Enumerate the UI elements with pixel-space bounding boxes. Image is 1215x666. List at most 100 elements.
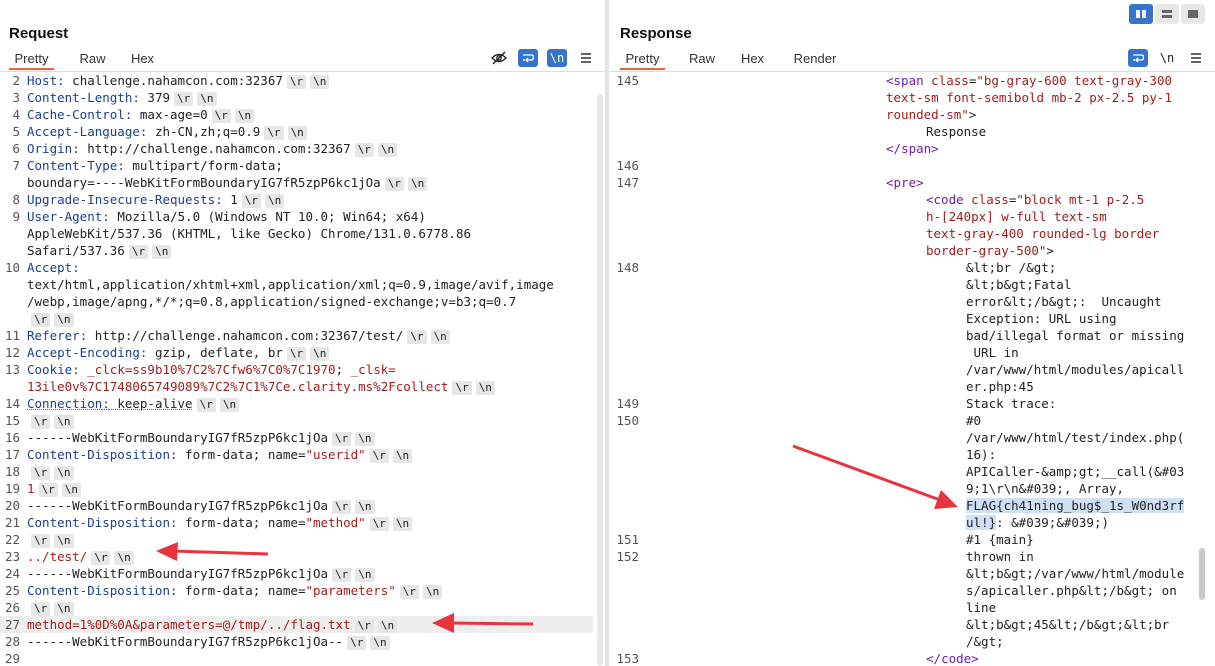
crlf-r-badge: \r	[286, 347, 307, 361]
request-line: 29	[0, 650, 593, 666]
request-pane: Request Pretty Raw Hex \n 2 Host: challen…	[0, 0, 605, 666]
line-text: Accept:	[27, 259, 80, 276]
crlf-n-badge: \n	[377, 619, 398, 633]
crlf-r-badge: \r	[286, 75, 307, 89]
tag-bracket: </	[886, 141, 902, 156]
line-number: 148	[616, 260, 639, 275]
header-name: Accept-Language	[27, 124, 140, 139]
line-number: 146	[616, 158, 639, 173]
response-editor[interactable]: 145 <span class="bg-gray-600 text-gray-30…	[609, 72, 1215, 666]
request-tab-raw[interactable]: Raw	[65, 48, 120, 70]
header-colon: :	[57, 73, 65, 88]
header-value: Mozilla/5.0 (Windows NT 10.0; Win64; x64…	[109, 209, 426, 224]
line-text: thrown in	[966, 548, 1034, 565]
header-colon: :	[102, 209, 110, 224]
request-editor[interactable]: 2 Host: challenge.nahamcon.com:32367 \r \n 3…	[0, 72, 605, 666]
response-line: 152 thrown in	[609, 548, 1203, 565]
crlf-r-badge: \r	[31, 466, 51, 480]
response-menu-icon[interactable]	[1186, 49, 1206, 67]
request-line: 6 Origin: http://challenge.nahamcon.com:3…	[0, 140, 593, 157]
line-text: <pre>	[886, 174, 924, 191]
tag-bracket: <	[926, 192, 934, 207]
line-number: 12	[4, 345, 20, 360]
line-text: 1 \r \n	[27, 480, 82, 497]
line-text: 13ile0v%7C1748065749089%7C2%7C1%7Ce.clar…	[27, 378, 495, 395]
line-text: &lt;br /&gt;	[966, 259, 1056, 276]
response-tab-render[interactable]: Render	[785, 48, 845, 70]
text: Stack trace:	[966, 396, 1057, 411]
split-rows-icon[interactable]	[1155, 4, 1179, 24]
crlf-r-badge: \r	[196, 398, 216, 412]
response-line: /var/www/html/modules/apicall	[609, 361, 1203, 378]
flag-text[interactable]: ul!}	[966, 515, 997, 530]
line-number: 5	[12, 124, 20, 139]
line-text: s/apicaller.php&lt;/b&gt; on	[966, 582, 1177, 599]
header-value: http://challenge.nahamcon.com:32367	[79, 141, 351, 156]
text: thrown in	[966, 549, 1034, 564]
crlf-n-badge: \n	[310, 75, 330, 89]
response-line: text-gray-400 rounded-lg border	[609, 225, 1203, 242]
header-colon: :	[170, 583, 178, 598]
line-text: method=1%0D%0A&parameters=@/tmp/../flag.…	[27, 616, 398, 633]
line-number: 22	[4, 532, 20, 547]
header-colon: :	[72, 362, 80, 377]
line-text: ul!}: &#039;&#039;)	[966, 514, 1109, 531]
hide-eye-icon[interactable]	[489, 49, 509, 67]
body-value: ../test/	[27, 549, 88, 564]
line-text: Cookie: _clck=ss9b10%7C2%7Cfw6%7C0%7C197…	[27, 361, 396, 378]
header-value: max-age=0	[132, 107, 208, 122]
menu-icon[interactable]	[576, 49, 596, 67]
flag-text[interactable]: FLAG{ch41ning_bug$_1s_W0nd3rf	[966, 498, 1185, 513]
text: /&gt;	[966, 634, 1004, 649]
line-number: 16	[4, 430, 20, 445]
crlf-n-badge: \n	[54, 602, 74, 616]
line-text: Safari/537.36 \r \n	[27, 242, 172, 259]
crlf-n-badge: \n	[114, 551, 134, 565]
line-text: \r \n	[27, 412, 74, 429]
response-wrap-lines-icon[interactable]	[1128, 49, 1148, 67]
show-newlines-icon[interactable]: \n	[547, 49, 567, 67]
line-text: /var/www/html/modules/apicall	[966, 361, 1184, 378]
line-text: URL in	[966, 344, 1019, 361]
crlf-n-badge: \n	[355, 500, 375, 514]
crlf-n-badge: \n	[54, 313, 74, 327]
wrap-lines-icon[interactable]	[518, 49, 538, 67]
line-number: 13	[4, 362, 20, 377]
crlf-n-badge: \n	[265, 194, 285, 208]
request-line: 8 Upgrade-Insecure-Requests: 1 \r \n	[0, 191, 593, 208]
header-name: Referer	[27, 328, 80, 343]
attr-value: text-sm font-semibold mb-2 px-2.5 py-1	[886, 90, 1172, 105]
line-number: 151	[616, 532, 639, 547]
response-line: 146	[609, 157, 1203, 174]
response-tab-raw[interactable]: Raw	[677, 48, 727, 70]
text: 16):	[966, 447, 997, 462]
response-tab-pretty[interactable]: Pretty	[620, 48, 665, 70]
request-tab-pretty[interactable]: Pretty	[9, 48, 54, 70]
header-name: Cookie	[27, 362, 73, 377]
crlf-r-badge: \r	[369, 449, 389, 463]
response-line: bad/illegal format or missing	[609, 327, 1203, 344]
request-line: Safari/537.36 \r \n	[0, 242, 593, 259]
line-text: User-Agent: Mozilla/5.0 (Windows NT 10.0…	[27, 208, 426, 225]
request-scrollbar-track[interactable]	[597, 94, 603, 666]
response-show-newlines-icon[interactable]: \n	[1157, 49, 1177, 67]
response-line: &lt;b&gt;Fatal	[609, 276, 1203, 293]
quoted-value: "userid"	[305, 447, 366, 462]
response-scrollbar-thumb[interactable]	[1199, 548, 1205, 600]
header-colon: :	[132, 90, 140, 105]
crlf-n-badge: \n	[54, 466, 74, 480]
response-line: /var/www/html/test/index.php(	[609, 429, 1203, 446]
crlf-r-badge: \r	[264, 126, 284, 140]
response-tab-hex[interactable]: Hex	[730, 48, 775, 70]
split-columns-icon[interactable]	[1129, 4, 1153, 24]
request-line: 13ile0v%7C1748065749089%7C2%7C1%7Ce.clar…	[0, 378, 593, 395]
request-tab-hex[interactable]: Hex	[120, 48, 165, 70]
plain-text: ------WebKitFormBoundaryIG7fR5zpP6kc1jOa…	[27, 634, 344, 649]
header-name: Content-Disposition	[27, 515, 170, 530]
tabs-layout-icon[interactable]	[1181, 4, 1205, 24]
crlf-n-badge: \n	[475, 381, 495, 395]
line-number: 145	[616, 73, 639, 88]
request-line: text/html,application/xhtml+xml,applicat…	[0, 276, 593, 293]
text: &lt;b&gt;Fatal	[966, 277, 1072, 292]
response-line: line	[609, 599, 1203, 616]
